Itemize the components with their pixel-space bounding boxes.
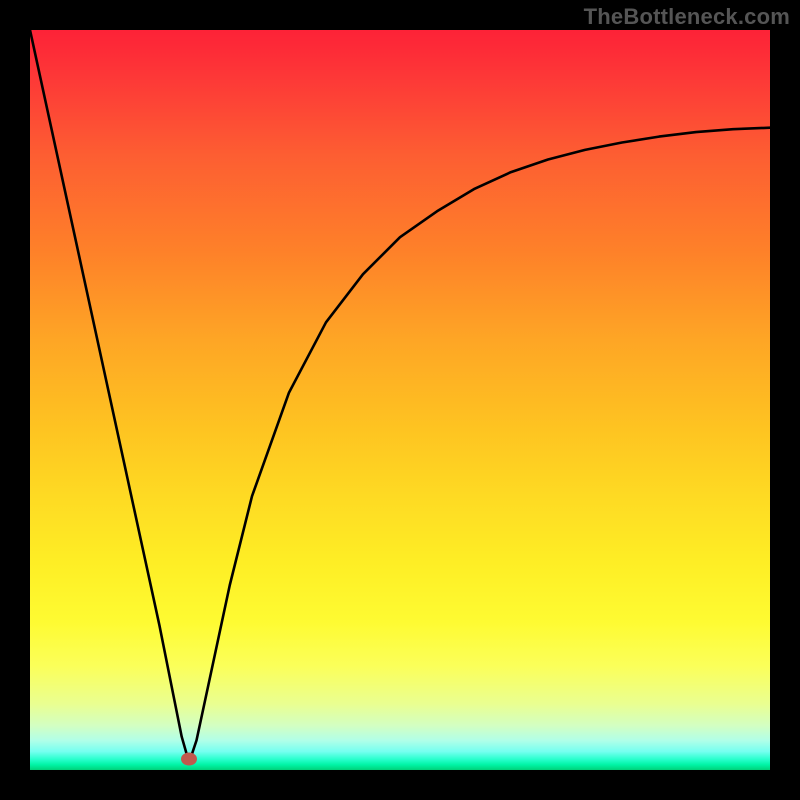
minimum-marker: [181, 752, 197, 765]
chart-frame: TheBottleneck.com: [0, 0, 800, 800]
bottleneck-curve: [30, 30, 770, 770]
plot-area: [30, 30, 770, 770]
watermark-text: TheBottleneck.com: [584, 4, 790, 30]
